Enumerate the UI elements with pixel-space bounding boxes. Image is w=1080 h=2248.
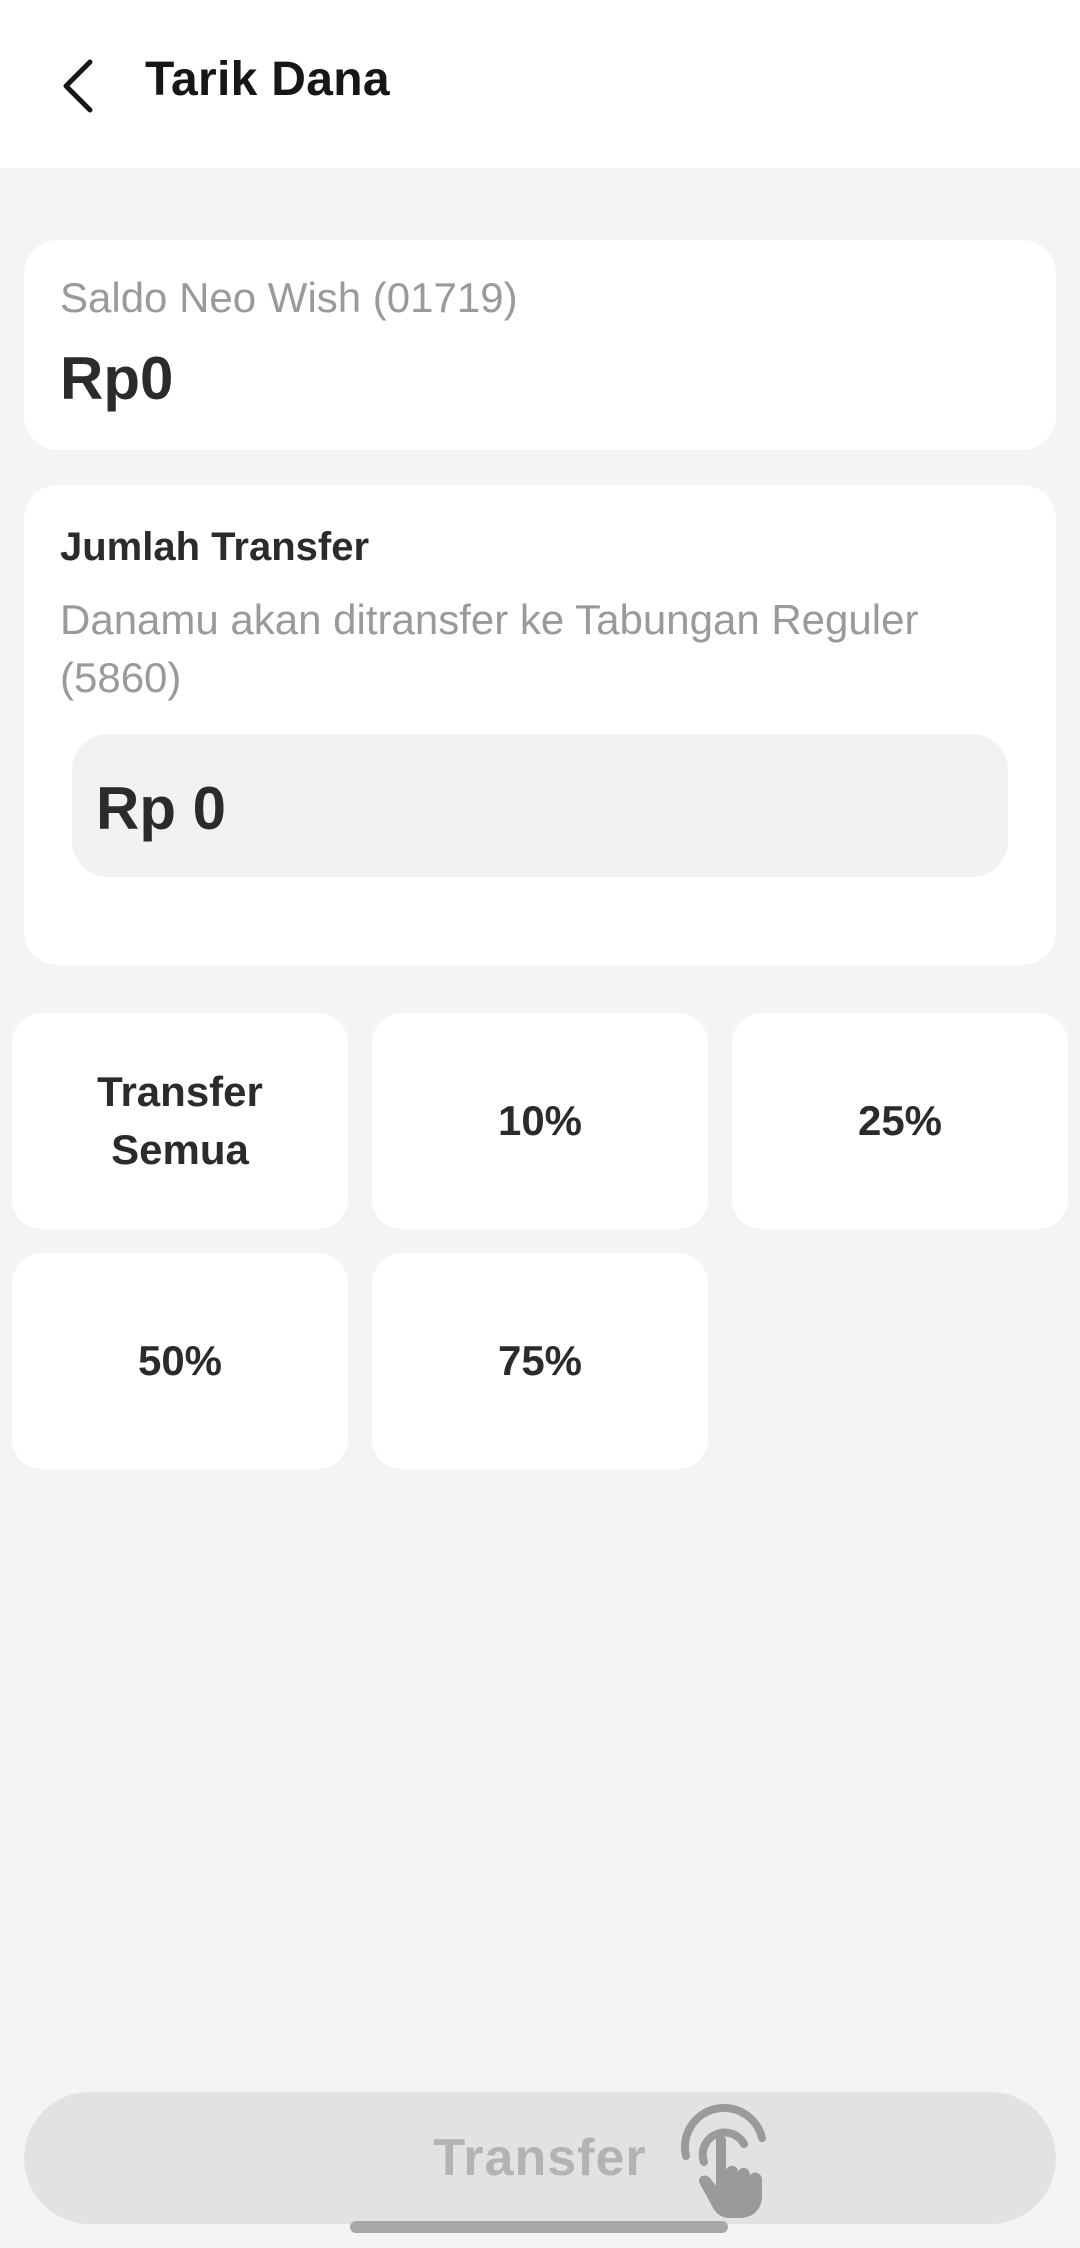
top-bar: Tarik Dana <box>0 0 1080 168</box>
transfer-all-button[interactable]: Transfer Semua <box>12 1013 348 1229</box>
transfer-all-label: Transfer Semua <box>97 1068 263 1173</box>
percent-50-button[interactable]: 50% <box>12 1253 348 1469</box>
transfer-title: Jumlah Transfer <box>60 525 370 569</box>
back-button[interactable] <box>40 44 124 128</box>
percent-75-button[interactable]: 75% <box>372 1253 708 1469</box>
percent-75-label: 75% <box>497 1337 583 1384</box>
percent-25-label: 25% <box>857 1097 943 1144</box>
page-title: Tarik Dana <box>145 53 390 106</box>
percent-10-label: 10% <box>497 1097 583 1144</box>
transfer-card: Jumlah Transfer Danamu akan ditransfer k… <box>24 485 1056 965</box>
chevron-left-icon <box>63 59 93 113</box>
tap-hand-icon <box>680 2103 766 2218</box>
balance-card: Saldo Neo Wish (01719) Rp0 <box>24 240 1056 450</box>
balance-value: Rp0 <box>60 345 174 412</box>
transfer-button-label: Transfer <box>433 2129 647 2187</box>
transfer-button[interactable]: Transfer <box>24 2092 1056 2224</box>
balance-label: Saldo Neo Wish (01719) <box>60 274 518 321</box>
amount-input[interactable]: Rp 0 <box>72 734 1008 877</box>
transfer-description: Danamu akan ditransfer ke Tabungan Regul… <box>60 596 919 701</box>
percent-25-button[interactable]: 25% <box>732 1013 1068 1229</box>
home-indicator <box>350 2221 728 2233</box>
amount-value: Rp 0 <box>96 775 227 842</box>
percent-10-button[interactable]: 10% <box>372 1013 708 1229</box>
percent-50-label: 50% <box>137 1337 223 1384</box>
